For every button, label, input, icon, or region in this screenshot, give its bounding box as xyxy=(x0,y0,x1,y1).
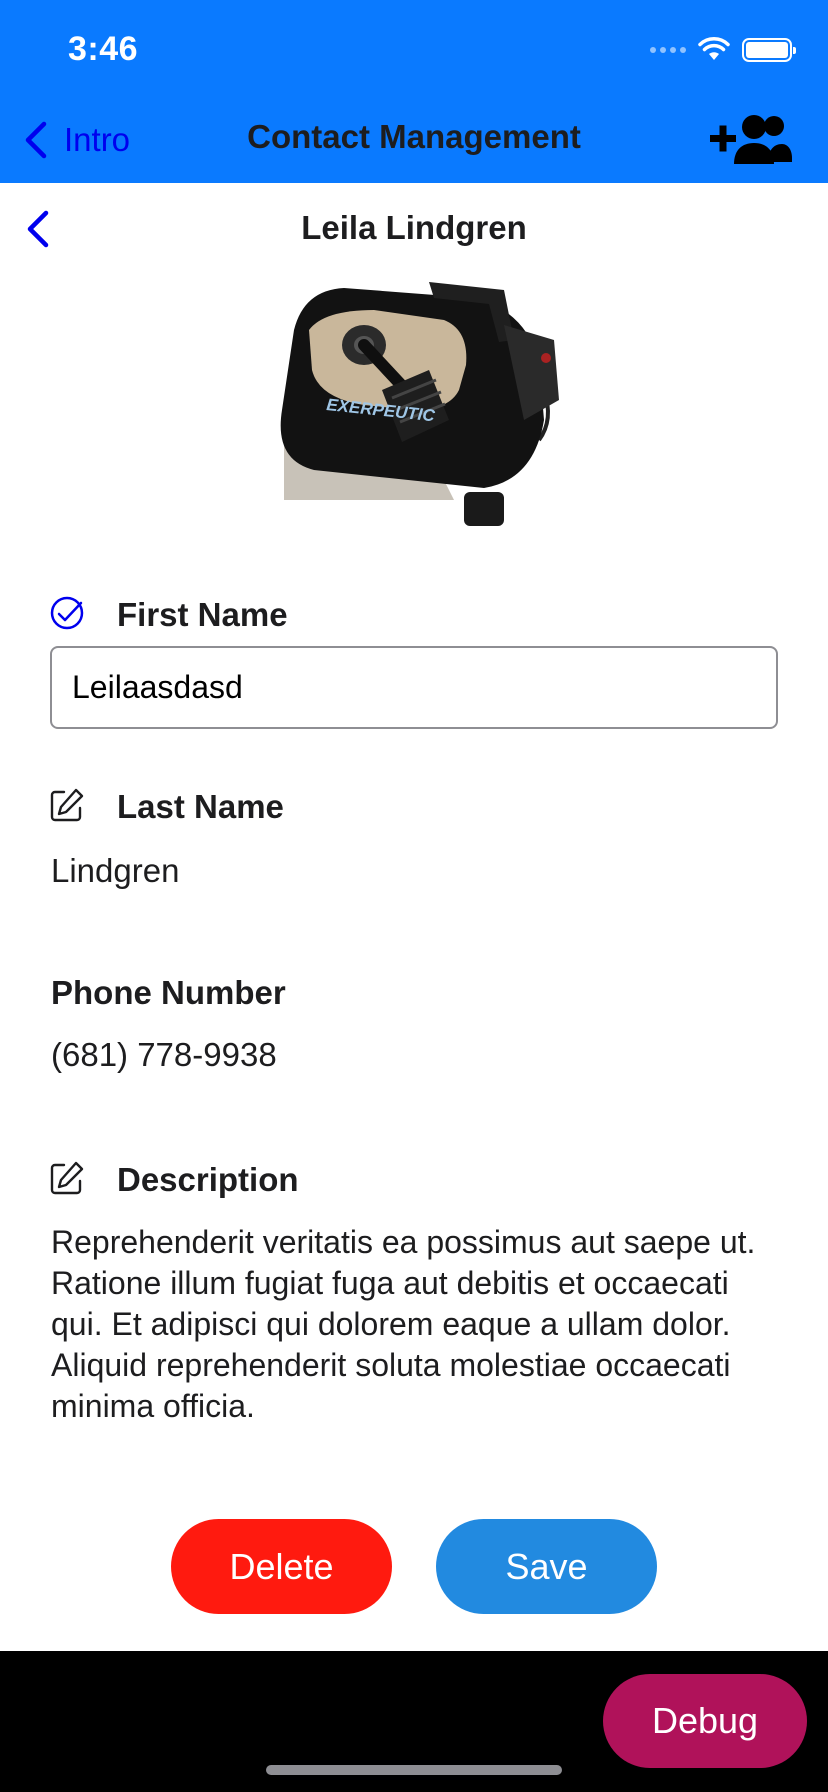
description-label: Description xyxy=(117,1161,299,1198)
first-name-field[interactable] xyxy=(50,646,778,729)
contact-photo: EXERPEUTIC xyxy=(280,282,559,526)
last-name-label: Last Name xyxy=(117,788,284,825)
add-contact-button[interactable] xyxy=(708,112,792,168)
save-button[interactable]: Save xyxy=(436,1519,657,1614)
edit-icon[interactable] xyxy=(49,1160,85,1196)
page-title: Contact Management xyxy=(247,118,581,155)
navigation-bar: 3:46 Intro Contact Management xyxy=(0,0,828,183)
phone-number-label: Phone Number xyxy=(51,974,286,1011)
last-name-value: Lindgren xyxy=(51,852,180,889)
status-icons xyxy=(650,36,796,64)
wifi-icon xyxy=(698,37,730,60)
delete-button[interactable]: Delete xyxy=(171,1519,392,1614)
battery-icon xyxy=(742,38,796,62)
edit-icon[interactable] xyxy=(49,787,85,823)
home-indicator[interactable] xyxy=(266,1765,562,1775)
person-add-icon xyxy=(710,115,792,164)
status-time: 3:46 xyxy=(68,30,139,68)
first-name-label: First Name xyxy=(117,596,288,633)
cellular-signal-icon xyxy=(650,47,686,53)
contact-name-title: Leila Lindgren xyxy=(301,209,527,246)
checkmark-circle-icon xyxy=(50,596,84,630)
debug-button[interactable]: Debug xyxy=(603,1674,807,1768)
phone-number-value: (681) 778-9938 xyxy=(51,1036,277,1073)
description-value: Reprehenderit veritatis ea possimus aut … xyxy=(51,1224,756,1424)
